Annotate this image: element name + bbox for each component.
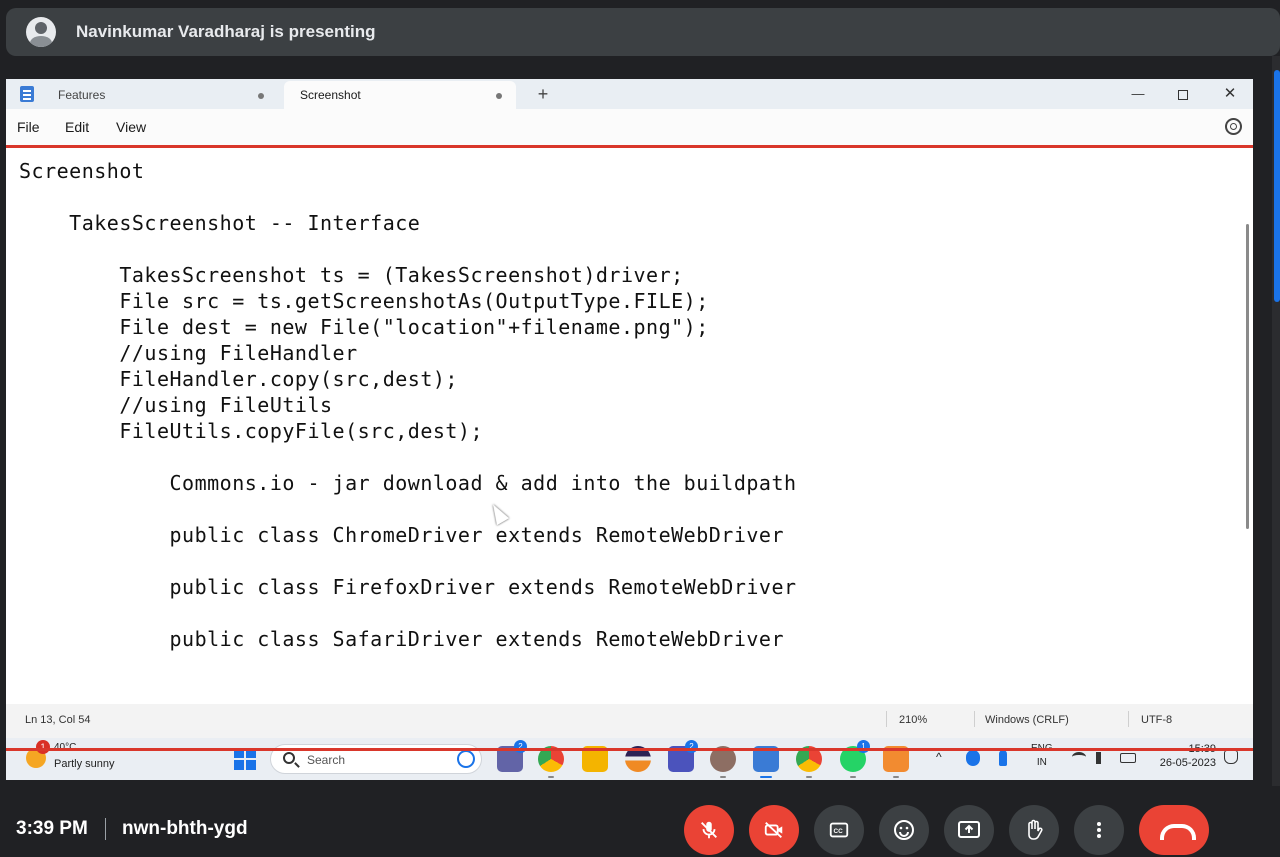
windows-taskbar: 1 40°C Partly sunny Search 2 2 1 ^ ENG I… xyxy=(6,738,1253,780)
encoding: UTF-8 xyxy=(1141,714,1173,726)
zoom-level: 210% xyxy=(899,714,928,726)
code-line: public class ChromeDriver extends Remote… xyxy=(19,523,785,547)
svg-text:CC: CC xyxy=(834,828,844,835)
code-line: Commons.io - jar download & add into the… xyxy=(19,471,797,495)
tab-features[interactable]: Features xyxy=(42,81,278,109)
search-icon xyxy=(283,752,295,764)
menu-edit[interactable]: Edit xyxy=(65,119,89,135)
maximize-button[interactable] xyxy=(1169,82,1197,106)
volume-icon xyxy=(1096,752,1108,764)
battery-icon xyxy=(1120,753,1136,763)
weather-badge: 1 xyxy=(36,740,50,754)
unsaved-dot-icon xyxy=(258,93,264,99)
tab-label: Features xyxy=(58,88,106,102)
present-button[interactable] xyxy=(944,805,994,855)
region-code: IN xyxy=(1036,757,1047,768)
mic-off-icon xyxy=(701,821,717,839)
language-indicator[interactable]: ENG IN xyxy=(1031,742,1053,770)
divider xyxy=(105,818,106,840)
vertical-scrollbar[interactable] xyxy=(1246,224,1249,529)
new-tab-button[interactable]: + xyxy=(532,83,554,105)
bing-icon[interactable] xyxy=(457,750,475,768)
code-line: Screenshot xyxy=(19,159,145,183)
status-bar: Ln 13, Col 54 210% Windows (CRLF) UTF-8 xyxy=(6,704,1253,734)
unsaved-dot-icon xyxy=(496,93,502,99)
present-screen-icon xyxy=(958,821,980,838)
whatsapp-badge: 1 xyxy=(857,740,870,753)
close-button[interactable]: ✕ xyxy=(1216,82,1244,106)
more-vert-icon xyxy=(1097,822,1101,838)
system-clock[interactable]: 15:39 26-05-2023 xyxy=(1146,742,1216,770)
bluetooth-icon[interactable] xyxy=(966,750,980,766)
emoji-icon xyxy=(894,820,914,840)
camera-off-icon xyxy=(764,821,783,839)
raise-hand-button[interactable] xyxy=(1009,805,1059,855)
code-line: //using FileUtils xyxy=(19,393,333,417)
captions-button[interactable]: CC xyxy=(814,805,864,855)
windows-start-icon[interactable] xyxy=(234,748,256,770)
line-ending: Windows (CRLF) xyxy=(985,714,1069,726)
teams-badge: 2 xyxy=(685,740,698,753)
menu-view[interactable]: View xyxy=(116,119,146,135)
meeting-code: nwn-bhth-ygd xyxy=(122,818,248,839)
mouse-pointer-icon xyxy=(486,500,510,526)
presenter-banner: Navinkumar Varadharaj is presenting xyxy=(6,8,1280,56)
code-line: File dest = new File("location"+filename… xyxy=(19,315,709,339)
cursor-position: Ln 13, Col 54 xyxy=(25,714,91,726)
captions-icon: CC xyxy=(829,822,849,838)
reactions-button[interactable] xyxy=(879,805,929,855)
code-line: FileUtils.copyFile(src,dest); xyxy=(19,419,484,443)
menu-file[interactable]: File xyxy=(17,119,40,135)
mic-toggle-button[interactable] xyxy=(684,805,734,855)
annotation-line-bottom xyxy=(6,748,1253,751)
meeting-time: 3:39 PM xyxy=(16,818,88,839)
shared-screen: Features Screenshot + — ✕ File Edit View… xyxy=(6,79,1253,780)
code-line: public class FirefoxDriver extends Remot… xyxy=(19,575,797,599)
code-line: public class SafariDriver extends Remote… xyxy=(19,627,785,651)
notification-bell-icon[interactable] xyxy=(1224,750,1238,764)
menu-bar: File Edit View xyxy=(6,109,1253,145)
code-line: FileHandler.copy(src,dest); xyxy=(19,367,458,391)
notepad-icon xyxy=(20,86,34,102)
minimize-button[interactable]: — xyxy=(1124,82,1152,106)
clock-date: 26-05-2023 xyxy=(1159,757,1216,769)
code-line: //using FileHandler xyxy=(19,341,358,365)
tab-label: Screenshot xyxy=(300,88,361,102)
search-placeholder: Search xyxy=(307,753,346,767)
restore-icon xyxy=(1178,89,1188,100)
raise-hand-icon xyxy=(1028,819,1043,840)
avatar xyxy=(26,17,56,47)
wifi-volume-battery-icons[interactable] xyxy=(1072,750,1144,766)
weather-desc[interactable]: Partly sunny xyxy=(54,758,115,770)
camera-toggle-button[interactable] xyxy=(749,805,799,855)
code-line: TakesScreenshot ts = (TakesScreenshot)dr… xyxy=(19,263,684,287)
teams-chat-badge: 2 xyxy=(514,740,527,753)
code-line: File src = ts.getScreenshotAs(OutputType… xyxy=(19,289,709,313)
settings-gear-icon[interactable] xyxy=(1225,118,1242,135)
code-line: TakesScreenshot -- Interface xyxy=(19,211,421,235)
microphone-icon[interactable] xyxy=(999,750,1007,766)
end-call-button[interactable] xyxy=(1139,805,1209,855)
notepad-title-bar: Features Screenshot + — ✕ xyxy=(6,79,1253,109)
chevron-up-icon[interactable]: ^ xyxy=(936,750,942,764)
wifi-icon xyxy=(1072,752,1086,762)
presenter-label: Navinkumar Varadharaj is presenting xyxy=(76,22,376,41)
side-panel-edge xyxy=(1272,56,1280,786)
text-editor[interactable]: Screenshot TakesScreenshot -- Interface … xyxy=(6,148,1253,704)
tab-screenshot[interactable]: Screenshot xyxy=(284,81,516,109)
more-options-button[interactable] xyxy=(1074,805,1124,855)
